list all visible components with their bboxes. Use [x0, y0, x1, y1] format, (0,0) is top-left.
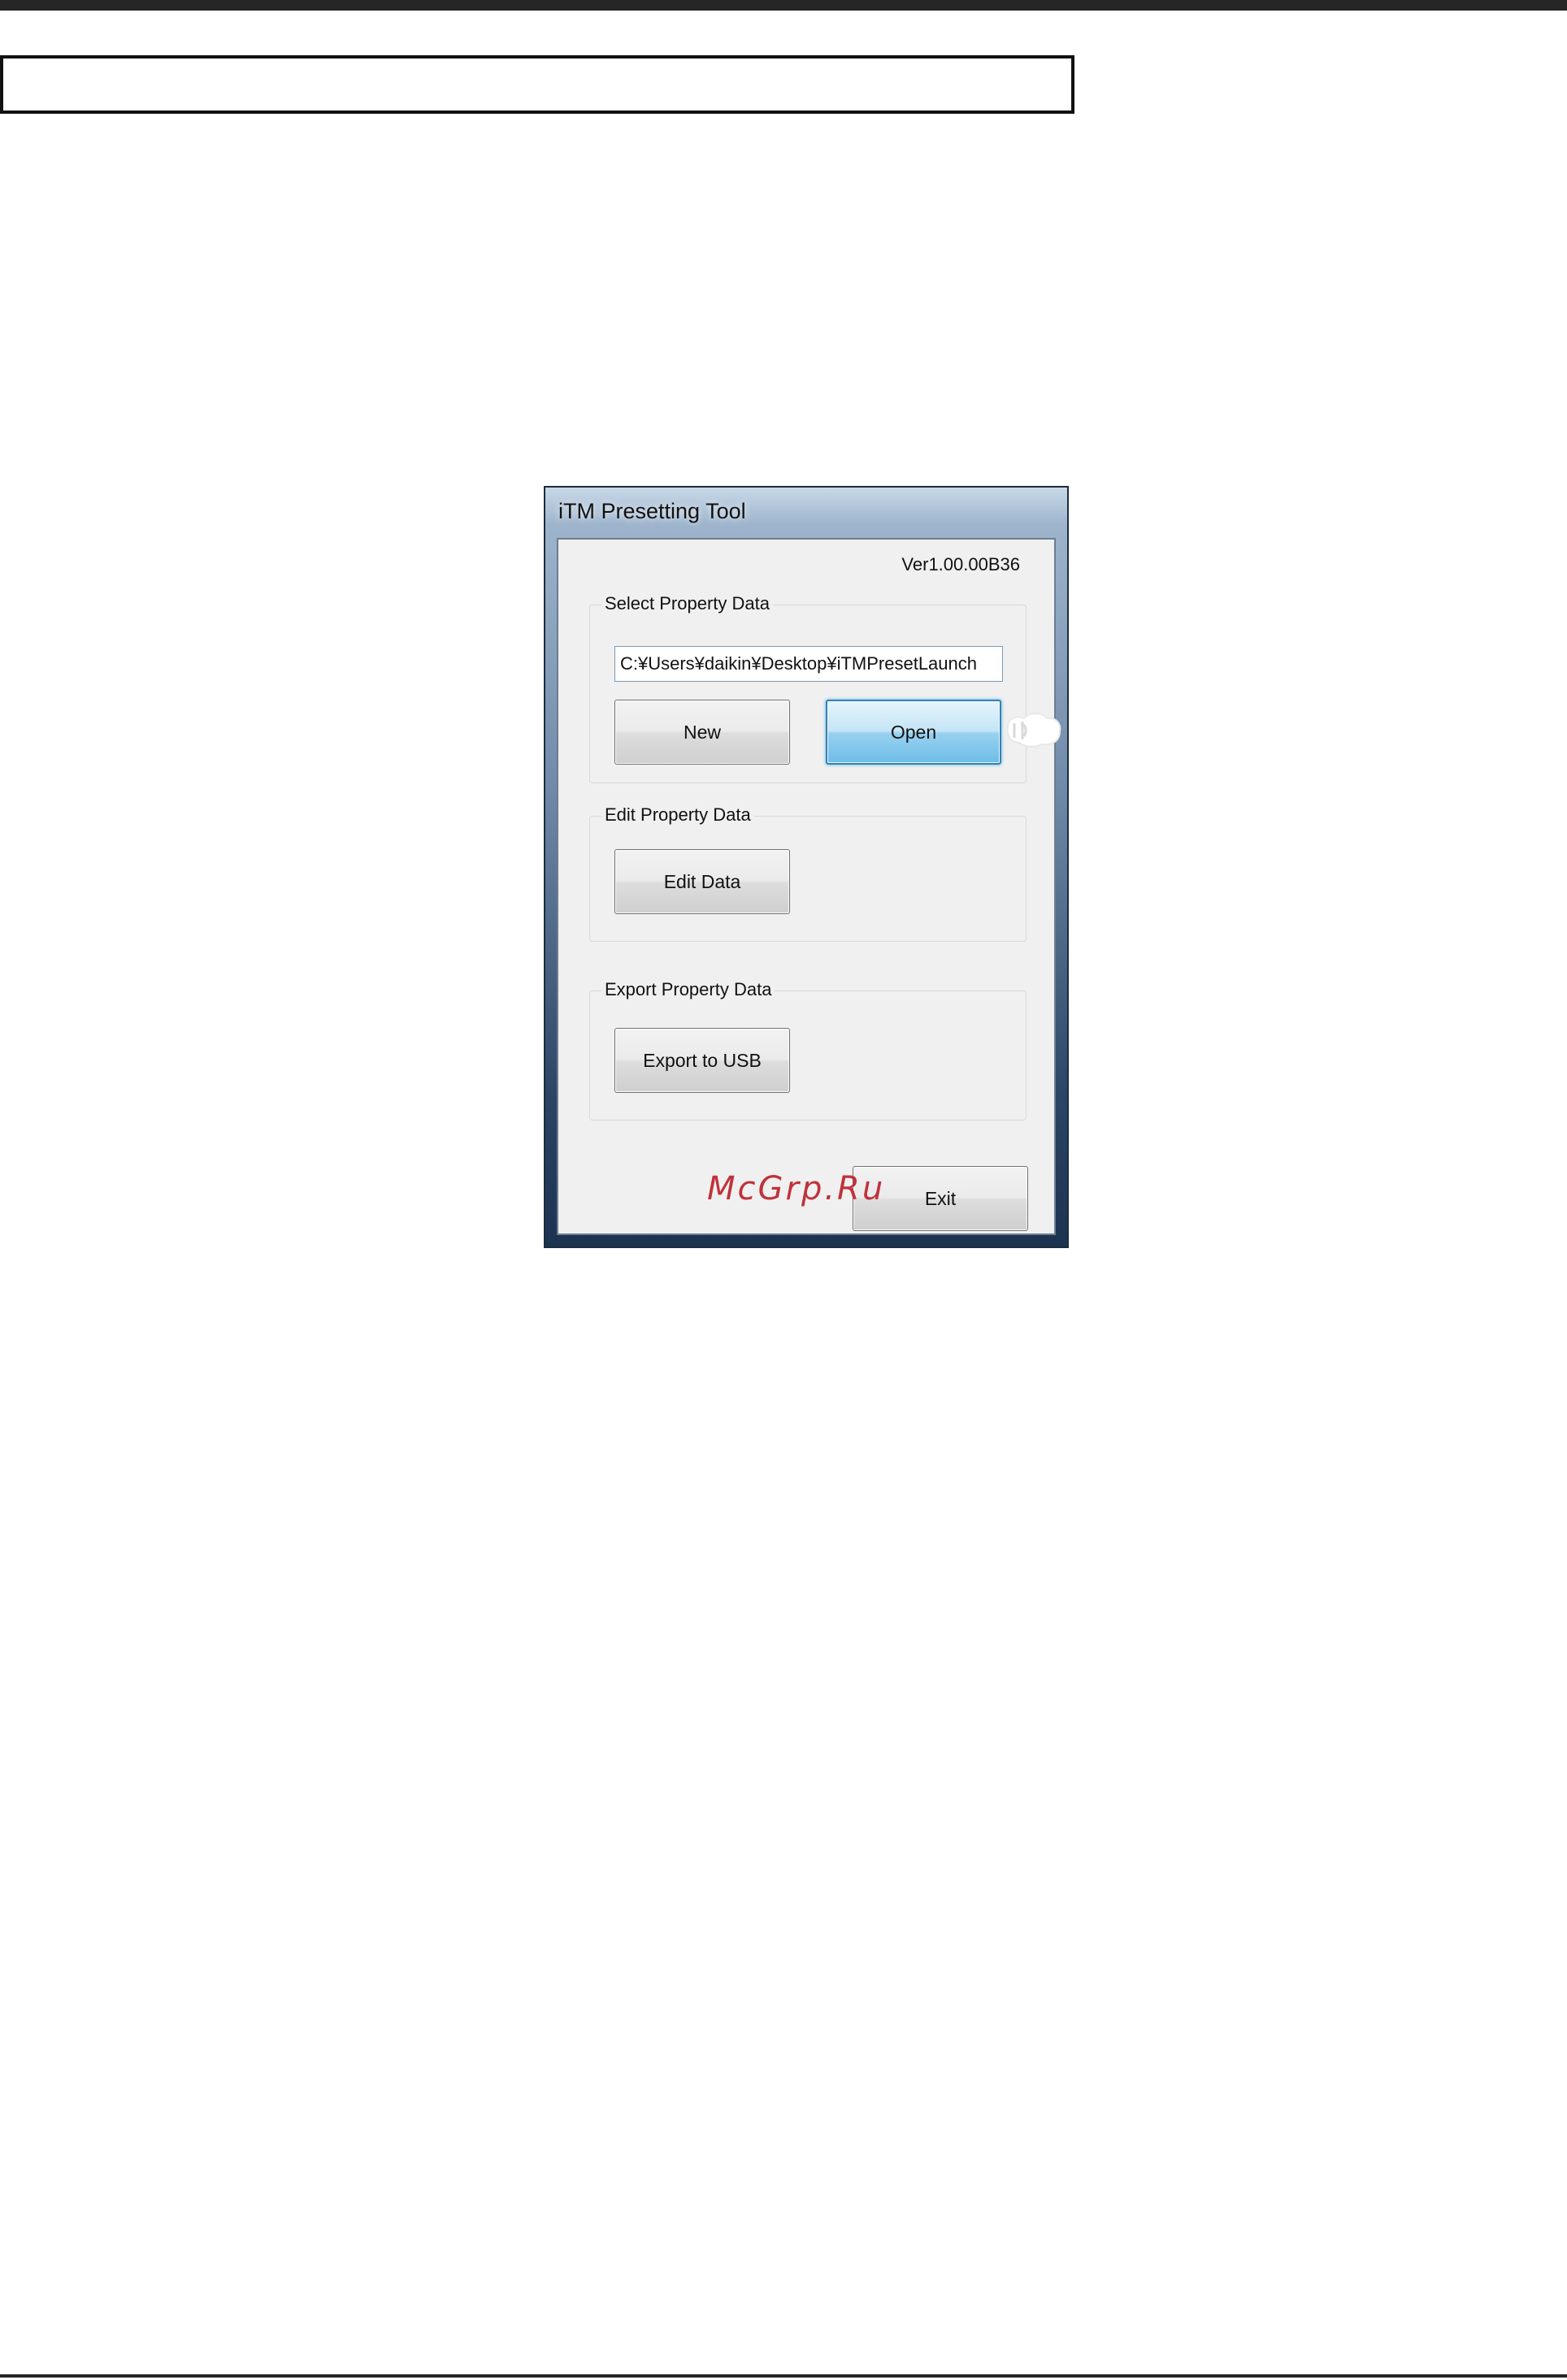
- header-box: [0, 55, 1074, 114]
- watermark: McGrp.Ru: [707, 1170, 886, 1207]
- select-property-data-group: Select Property Data New Open: [589, 593, 1027, 783]
- pointer-hand-icon: [1006, 713, 1061, 748]
- top-rule: [0, 0, 1567, 11]
- select-property-data-label: Select Property Data: [601, 593, 773, 614]
- edit-data-button-label: Edit Data: [663, 870, 741, 892]
- open-button[interactable]: Open: [826, 700, 1001, 765]
- file-path-field[interactable]: [614, 646, 1003, 682]
- export-property-data-label: Export Property Data: [601, 979, 775, 1000]
- app-window: iTM Presetting Tool Ver1.00.00B36 Select…: [544, 486, 1069, 1248]
- export-to-usb-button-label: Export to USB: [643, 1049, 762, 1071]
- window-client-area: Ver1.00.00B36 Select Property Data New O…: [557, 538, 1056, 1235]
- edit-property-data-label: Edit Property Data: [601, 804, 754, 826]
- edit-property-data-group: Edit Property Data Edit Data: [589, 804, 1027, 942]
- export-to-usb-button[interactable]: Export to USB: [614, 1028, 790, 1093]
- window-title: iTM Presetting Tool: [558, 499, 746, 523]
- version-label: Ver1.00.00B36: [901, 554, 1020, 574]
- open-button-label: Open: [890, 721, 937, 743]
- edit-data-button[interactable]: Edit Data: [614, 849, 790, 914]
- new-button[interactable]: New: [614, 700, 790, 765]
- new-button-label: New: [683, 721, 721, 743]
- title-bar[interactable]: iTM Presetting Tool: [545, 488, 1067, 538]
- export-property-data-group: Export Property Data Export to USB: [589, 979, 1027, 1121]
- exit-button-label: Exit: [924, 1187, 957, 1209]
- bottom-rule: [0, 2374, 1567, 2378]
